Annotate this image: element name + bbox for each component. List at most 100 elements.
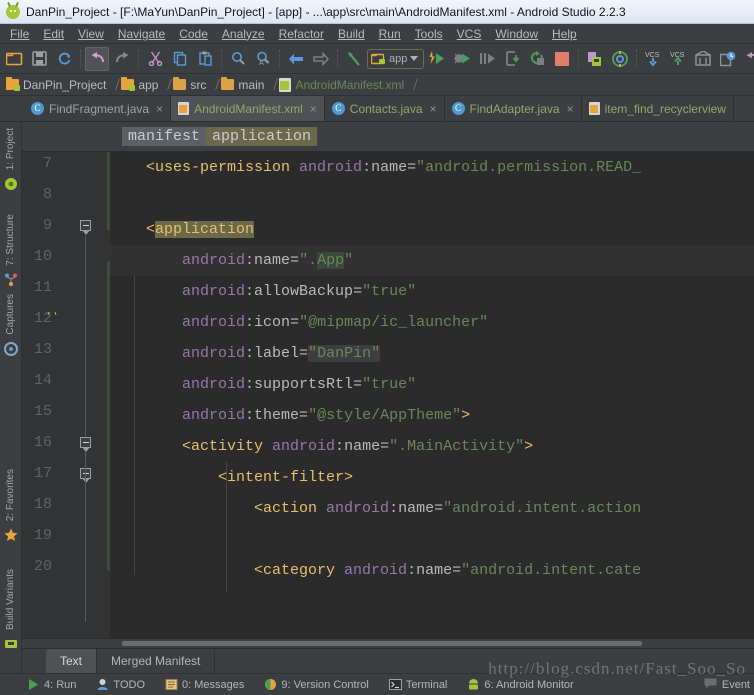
fold-marker-application[interactable] xyxy=(80,220,93,235)
captures-icon[interactable] xyxy=(3,341,18,356)
scrollbar-thumb[interactable] xyxy=(122,641,642,646)
debug-icon[interactable] xyxy=(450,47,474,71)
menu-analyze[interactable]: Analyze xyxy=(215,26,272,42)
structure-tree-icon[interactable] xyxy=(4,273,18,287)
star-icon[interactable] xyxy=(4,528,18,542)
android-model-icon[interactable] xyxy=(4,177,18,191)
breadcrumb-item-manifest[interactable]: AndroidManifest.xml xyxy=(277,77,406,92)
manifest-file-icon xyxy=(178,102,190,115)
breadcrumb-item-src[interactable]: src xyxy=(171,77,208,92)
todo-icon xyxy=(96,678,109,691)
sidebar-item-structure[interactable]: 7: Structure xyxy=(1,214,21,266)
menu-refactor[interactable]: Refactor xyxy=(272,26,331,42)
jump-to-source-icon[interactable] xyxy=(342,47,366,71)
revert-icon[interactable] xyxy=(741,47,754,71)
stop-icon[interactable] xyxy=(550,47,574,71)
code-line-16: <activity android:name=".MainActivity"> xyxy=(182,438,534,455)
code-text[interactable]: <uses-permission android:name="android.p… xyxy=(110,152,754,638)
menu-file[interactable]: File xyxy=(3,26,36,42)
close-icon[interactable]: × xyxy=(310,102,317,116)
status-item-run[interactable]: 4: Run xyxy=(18,678,85,691)
tab-item-find-recyclerview[interactable]: item_find_recyclerview xyxy=(582,96,734,121)
close-icon[interactable]: × xyxy=(156,102,163,116)
menu-build[interactable]: Build xyxy=(331,26,372,42)
redo-icon[interactable] xyxy=(110,47,134,71)
copy-icon[interactable] xyxy=(168,47,192,71)
paste-icon[interactable] xyxy=(193,47,217,71)
breadcrumb-label: app xyxy=(138,77,159,92)
cut-icon[interactable] xyxy=(143,47,167,71)
tab-androidmanifest-xml[interactable]: AndroidManifest.xml × xyxy=(171,96,325,121)
xml-file-icon xyxy=(279,77,292,92)
attach-debugger-icon[interactable] xyxy=(475,47,499,71)
sync-icon[interactable] xyxy=(52,47,76,71)
line-number: 10 xyxy=(33,248,52,265)
tab-findfragment-java[interactable]: C FindFragment.java × xyxy=(24,96,172,121)
line-number: 20 xyxy=(33,558,52,575)
tab-merged-manifest[interactable]: Merged Manifest xyxy=(97,649,216,673)
status-item-terminal[interactable]: Terminal xyxy=(380,678,457,691)
status-item-messages[interactable]: 0: Messages xyxy=(156,678,253,691)
breadcrumb-item-project[interactable]: DanPin_Project xyxy=(4,77,108,92)
status-item-todo[interactable]: TODO xyxy=(87,678,154,691)
back-icon[interactable] xyxy=(284,47,308,71)
rerun-icon[interactable] xyxy=(525,47,549,71)
status-item-version-control[interactable]: 9: Version Control xyxy=(255,678,377,691)
avd-manager-icon[interactable] xyxy=(583,47,607,71)
breadcrumb-item-main[interactable]: main xyxy=(219,77,266,92)
fold-region-line xyxy=(85,452,86,622)
menu-help[interactable]: Help xyxy=(545,26,584,42)
run-icon[interactable] xyxy=(425,47,449,71)
stop-at-icon[interactable] xyxy=(500,47,524,71)
horizontal-scrollbar[interactable] xyxy=(22,638,754,648)
run-configuration-label: app xyxy=(389,52,408,65)
run-configuration-selector[interactable]: app xyxy=(367,48,425,69)
breadcrumb-item-app[interactable]: app xyxy=(119,77,160,92)
menu-run[interactable]: Run xyxy=(372,26,408,42)
sync-gradle-icon[interactable] xyxy=(691,47,715,71)
layout-inspector-icon[interactable] xyxy=(716,47,740,71)
breadcrumb-label: src xyxy=(190,77,207,92)
sdk-manager-icon[interactable] xyxy=(608,47,632,71)
structure-chip-application[interactable]: application xyxy=(206,127,318,146)
menu-code[interactable]: Code xyxy=(172,26,215,42)
menu-tools[interactable]: Tools xyxy=(408,26,450,42)
status-item-android-monitor[interactable]: 6: Android Monitor xyxy=(458,678,582,691)
tab-text[interactable]: Text xyxy=(46,649,98,673)
line-number: 16 xyxy=(33,434,52,451)
find-icon[interactable] xyxy=(226,47,250,71)
build-variants-icon[interactable] xyxy=(4,637,18,651)
code-line-11: android:allowBackup="true" xyxy=(182,283,417,300)
close-icon[interactable]: × xyxy=(430,102,437,116)
tab-contacts-java[interactable]: C Contacts.java × xyxy=(325,96,445,121)
structure-chip-manifest[interactable]: manifest xyxy=(122,127,207,146)
menu-edit[interactable]: Edit xyxy=(36,26,71,42)
menu-navigate[interactable]: Navigate xyxy=(111,26,172,42)
replace-icon[interactable]: A xyxy=(251,47,275,71)
tab-findadapter-java[interactable]: C FindAdapter.java × xyxy=(445,96,582,121)
menu-view[interactable]: View xyxy=(71,26,111,42)
breadcrumb-separator-icon xyxy=(110,78,117,92)
vcs-update-icon[interactable]: VCS xyxy=(641,47,665,71)
open-folder-icon[interactable] xyxy=(2,47,26,71)
toolbar-separator xyxy=(80,49,81,68)
event-log-area[interactable]: Event xyxy=(704,678,750,691)
fold-marker-intent-filter[interactable] xyxy=(80,468,93,483)
menu-vcs[interactable]: VCS xyxy=(450,26,489,42)
fold-marker-activity[interactable] xyxy=(80,437,93,452)
sidebar-item-favorites[interactable]: 2: Favorites xyxy=(1,469,21,521)
undo-icon[interactable] xyxy=(85,46,109,71)
save-all-icon[interactable] xyxy=(27,47,51,71)
forward-icon[interactable] xyxy=(309,47,333,71)
sidebar-item-captures[interactable]: Captures xyxy=(1,294,21,335)
line-number: 7 xyxy=(42,155,52,172)
menu-window[interactable]: Window xyxy=(488,26,545,42)
close-icon[interactable]: × xyxy=(567,102,574,116)
sidebar-item-build-variants[interactable]: Build Variants xyxy=(1,569,21,630)
editor-gutter[interactable]: 7 8 9 10 11 12 13 14 15 16 17 18 19 20 xyxy=(22,152,111,638)
vcs-commit-icon[interactable]: VCS xyxy=(666,47,690,71)
xml-file-icon xyxy=(588,102,600,115)
sidebar-item-project[interactable]: 1: Project xyxy=(1,128,21,170)
android-resource-icon xyxy=(52,315,66,329)
